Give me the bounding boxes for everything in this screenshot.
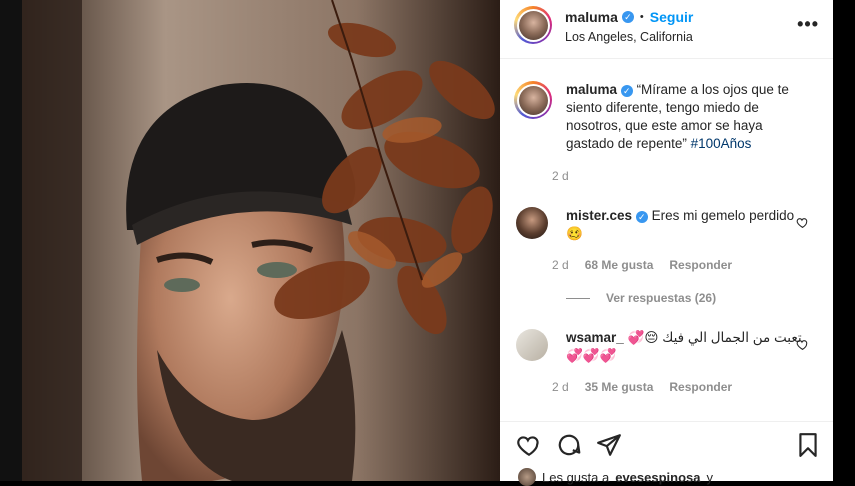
likes-suffix: y (706, 469, 714, 485)
portrait-illustration (22, 0, 500, 481)
comment-like-heart-icon[interactable] (796, 216, 809, 229)
view-replies-label[interactable]: Ver respuestas (26) (606, 291, 716, 305)
commenter-username[interactable]: mister.ces (566, 208, 632, 223)
author-avatar[interactable] (514, 6, 552, 44)
post-actions: Les gusta a evesespinosa y (500, 421, 833, 486)
comment-text-continued: 💞💞💞 (566, 348, 617, 363)
post-photo[interactable] (22, 0, 500, 481)
left-letterbox (0, 0, 22, 481)
caption-username[interactable]: maluma (566, 82, 617, 97)
liker-username[interactable]: evesespinosa (615, 470, 700, 485)
replies-line (566, 297, 590, 299)
comment-icon[interactable] (556, 432, 582, 458)
more-options-icon[interactable]: ••• (797, 14, 819, 35)
share-icon[interactable] (596, 432, 622, 458)
commenter-avatar[interactable] (516, 329, 548, 361)
liker-avatar[interactable] (518, 468, 536, 486)
comment-like-count[interactable]: 35 Me gusta (585, 380, 654, 394)
author-username[interactable]: maluma (565, 9, 618, 25)
caption-avatar[interactable] (514, 81, 552, 119)
separator-dot: • (639, 11, 644, 23)
comments-area[interactable]: maluma ✓ “Mírame a los ojos que te sient… (500, 59, 833, 421)
likes-prefix: Les gusta a (542, 469, 610, 485)
reply-button[interactable]: Responder (669, 258, 732, 272)
post-sidebar: maluma ✓ • Seguir Los Angeles, Californi… (500, 0, 833, 486)
comment-meta: 2 d 68 Me gusta Responder (552, 258, 732, 272)
verified-badge-icon: ✓ (635, 211, 648, 223)
post-location[interactable]: Los Angeles, California (565, 30, 693, 44)
verified-badge-icon: ✓ (621, 11, 634, 23)
caption-meta: 2 d (552, 169, 569, 183)
follow-button[interactable]: Seguir (650, 9, 694, 25)
view-replies[interactable]: Ver respuestas (26) (566, 291, 716, 305)
reply-button[interactable]: Responder (669, 380, 732, 394)
right-letterbox (833, 0, 855, 481)
comment-time[interactable]: 2 d (552, 258, 569, 272)
caption-hashtag[interactable]: #100Años (691, 136, 752, 151)
caption-time[interactable]: 2 d (552, 169, 569, 183)
heart-icon[interactable] (516, 432, 542, 458)
post-header: maluma ✓ • Seguir Los Angeles, Californi… (500, 0, 833, 59)
comment-time[interactable]: 2 d (552, 380, 569, 394)
commenter-username[interactable]: wsamar_ (566, 330, 624, 345)
bookmark-icon[interactable] (795, 432, 821, 458)
commenter-avatar[interactable] (516, 207, 548, 239)
comment-like-heart-icon[interactable] (796, 338, 809, 351)
likes-summary: Les gusta a evesespinosa y (518, 468, 713, 486)
comment-like-count[interactable]: 68 Me gusta (585, 258, 654, 272)
verified-badge-icon: ✓ (620, 85, 633, 97)
comment-meta: 2 d 35 Me gusta Responder (552, 380, 732, 394)
comment-text: تعبت من الجمال الي فيك 😔💞 (627, 330, 802, 345)
